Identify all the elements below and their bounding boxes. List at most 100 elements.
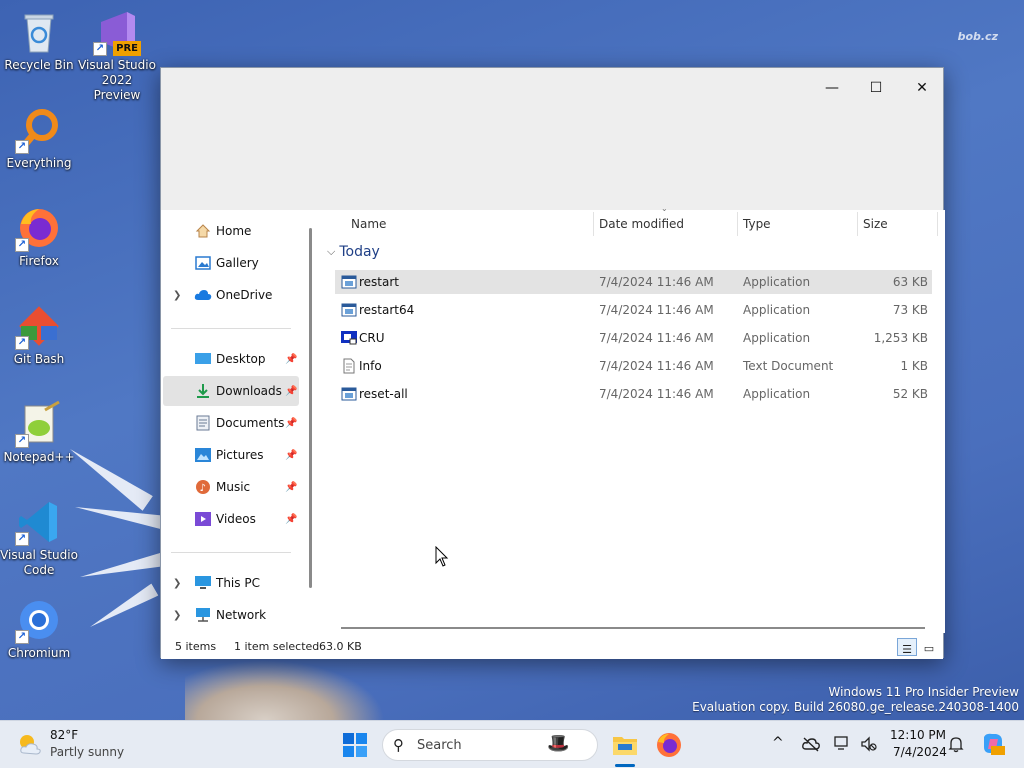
nav-item-network[interactable]: ❯ Network <box>163 600 299 630</box>
taskbar-file-explorer[interactable] <box>610 730 640 767</box>
navigation-pane: Home Gallery ❯ OneDrive Desktop 📌 Downlo… <box>161 210 309 633</box>
file-date: 7/4/2024 11:46 AM <box>599 303 714 317</box>
desktop-icon-chromium[interactable]: ↗ Chromium <box>0 596 78 661</box>
git-bash-icon: ↗ <box>15 302 63 350</box>
nav-item-videos[interactable]: Videos 📌 <box>163 504 299 534</box>
nav-item-gallery[interactable]: Gallery <box>163 248 299 278</box>
file-size: 73 KB <box>892 303 928 317</box>
minimize-button[interactable]: — <box>809 74 855 102</box>
file-type: Text Document <box>743 359 834 373</box>
column-header-date[interactable]: Date modified ⌄ <box>599 204 684 238</box>
column-separator[interactable] <box>857 212 858 236</box>
file-row-restart64[interactable]: restart64 7/4/2024 11:46 AM Application … <box>335 298 932 322</box>
column-header-size[interactable]: Size <box>863 210 888 238</box>
file-explorer-window: — ☐ ✕ Home Gallery ❯ OneDrive Desktop 📌 … <box>160 67 945 659</box>
nav-item-onedrive[interactable]: ❯ OneDrive <box>163 280 299 310</box>
group-label: Today <box>339 244 380 260</box>
large-icons-view-button[interactable]: ▭ <box>919 638 939 656</box>
wallpaper-ray <box>74 500 165 529</box>
taskbar-firefox[interactable] <box>655 731 683 759</box>
download-icon <box>194 382 212 400</box>
file-date: 7/4/2024 11:46 AM <box>599 359 714 373</box>
search-icon: ⚲ <box>393 736 404 754</box>
chevron-right-icon[interactable]: ❯ <box>173 290 181 301</box>
nav-item-this-pc[interactable]: ❯ This PC <box>163 568 299 598</box>
desktop-icon-recycle-bin[interactable]: Recycle Bin <box>0 8 78 73</box>
column-separator[interactable] <box>737 212 738 236</box>
nav-item-pictures[interactable]: Pictures 📌 <box>163 440 299 470</box>
desktop-icon-label: Everything <box>6 156 72 170</box>
file-size: 63 KB <box>892 275 928 289</box>
nav-item-desktop[interactable]: Desktop 📌 <box>163 344 299 374</box>
show-hidden-icons-chevron[interactable]: ^ <box>772 735 784 751</box>
pin-icon: 📌 <box>285 513 298 525</box>
chromium-icon: ↗ <box>15 596 63 644</box>
desktop-icon-label: Git Bash <box>13 352 65 366</box>
desktop-icon-everything[interactable]: ↗ Everything <box>0 106 78 171</box>
windows-logo-icon <box>343 733 367 757</box>
eval-line-1: Windows 11 Pro Insider Preview <box>828 685 1019 699</box>
shortcut-arrow-icon: ↗ <box>15 336 29 350</box>
status-item-count: 5 items <box>175 640 217 653</box>
nav-item-home[interactable]: Home <box>163 216 299 246</box>
column-header-type[interactable]: Type <box>743 210 771 238</box>
preview-badge: PRE <box>113 41 141 56</box>
nav-label: Home <box>216 224 252 238</box>
start-button[interactable] <box>342 732 368 758</box>
file-row-restart[interactable]: restart 7/4/2024 11:46 AM Application 63… <box>335 270 932 294</box>
active-app-indicator <box>615 764 635 767</box>
desktop-icon-notepadpp[interactable]: ↗ Notepad++ <box>0 400 78 465</box>
weather-widget[interactable] <box>16 731 44 759</box>
cloud-icon <box>194 286 212 304</box>
nav-item-music[interactable]: ♪ Music 📌 <box>163 472 299 502</box>
horizontal-scrollbar[interactable] <box>341 627 925 629</box>
tray-volume-muted-icon[interactable] <box>860 735 878 756</box>
copilot-preview-button[interactable] <box>980 731 1006 757</box>
tray-network-icon[interactable] <box>834 735 852 756</box>
nav-item-documents[interactable]: Documents 📌 <box>163 408 299 438</box>
taskbar-search-box[interactable]: ⚲ Search 🎩 <box>382 729 598 761</box>
notepadpp-icon: ↗ <box>15 400 63 448</box>
nav-separator <box>171 328 291 329</box>
pictures-icon <box>194 446 212 464</box>
nav-item-downloads[interactable]: Downloads 📌 <box>163 376 299 406</box>
wallpaper-figure <box>185 660 385 720</box>
weather-temperature[interactable]: 82°F <box>50 728 78 742</box>
title-bar[interactable]: — ☐ ✕ <box>161 68 943 210</box>
column-header-name[interactable]: Name <box>351 210 386 238</box>
nav-scrollbar[interactable] <box>309 228 312 588</box>
file-row-info[interactable]: Info 7/4/2024 11:46 AM Text Document 1 K… <box>335 354 932 378</box>
file-row-reset-all[interactable]: reset-all 7/4/2024 11:46 AM Application … <box>335 382 932 406</box>
maximize-button[interactable]: ☐ <box>853 74 899 102</box>
desktop-icon-firefox[interactable]: ↗ Firefox <box>0 204 78 269</box>
weather-description[interactable]: Partly sunny <box>50 745 124 759</box>
column-separator[interactable] <box>593 212 594 236</box>
notifications-bell-icon[interactable] <box>947 735 965 756</box>
search-highlight-icon: 🎩 <box>547 733 570 754</box>
tray-onedrive-offline-icon[interactable] <box>802 736 820 755</box>
shortcut-arrow-icon: ↗ <box>15 630 29 644</box>
firefox-icon: ↗ <box>15 204 63 252</box>
clock-date[interactable]: 7/4/2024 <box>893 745 947 759</box>
desktop-icon-vscode[interactable]: ↗ Visual Studio Code <box>0 498 78 578</box>
file-size: 1,253 KB <box>873 331 928 345</box>
pin-icon: 📌 <box>285 417 298 429</box>
nav-label: Documents <box>216 416 285 430</box>
chevron-right-icon[interactable]: ❯ <box>173 610 181 621</box>
details-view-button[interactable]: ☰ <box>897 638 917 656</box>
network-icon <box>194 606 212 624</box>
close-button[interactable]: ✕ <box>899 74 945 102</box>
chevron-right-icon[interactable]: ❯ <box>173 578 181 589</box>
group-header-today[interactable]: ⌵ Today <box>327 244 380 260</box>
desktop-icon-visual-studio[interactable]: PRE ↗ Visual Studio 2022 Preview <box>78 8 156 103</box>
vscode-icon: ↗ <box>15 498 63 546</box>
desktop-icon-git-bash[interactable]: ↗ Git Bash <box>0 302 78 367</box>
shortcut-arrow-icon: ↗ <box>15 532 29 546</box>
cru-app-icon <box>341 330 357 346</box>
app-icon <box>341 386 357 402</box>
desktop-icon-label: Firefox <box>19 254 59 268</box>
pc-icon <box>194 574 212 592</box>
column-separator[interactable] <box>937 212 938 236</box>
clock-time[interactable]: 12:10 PM <box>890 728 946 742</box>
file-row-cru[interactable]: CRU 7/4/2024 11:46 AM Application 1,253 … <box>335 326 932 350</box>
